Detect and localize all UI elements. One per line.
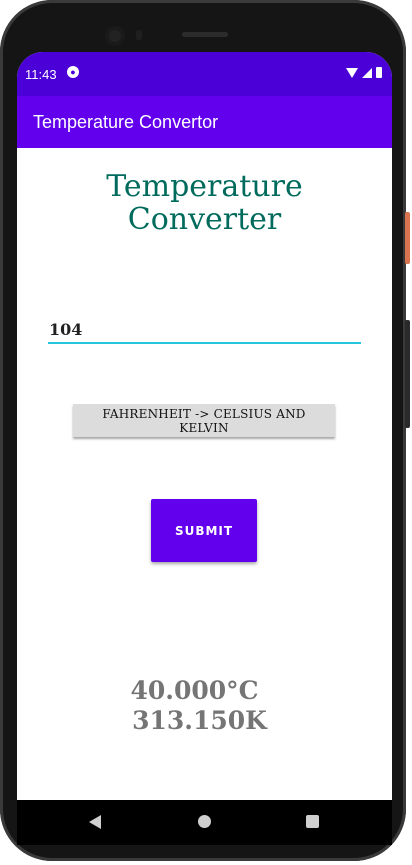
earpiece (182, 32, 228, 37)
app-bar: Temperature Convertor (17, 96, 392, 148)
status-time: 11:43 (25, 67, 57, 82)
page-title-line1: Temperature (106, 169, 303, 204)
back-icon[interactable] (89, 815, 101, 829)
result-celsius: 40.000°C (130, 676, 259, 705)
status-bar: 11:43 ● (17, 52, 392, 96)
page-title-line2: Converter (127, 202, 282, 237)
sensor-icon (136, 30, 142, 40)
result-kelvin: 313.150K (132, 706, 267, 735)
submit-button[interactable]: SUBMIT (151, 499, 257, 562)
signal-icon (362, 67, 372, 78)
battery-icon (376, 67, 382, 78)
navigation-bar (17, 800, 392, 845)
recents-icon[interactable] (306, 815, 319, 828)
conversion-mode-button[interactable]: FAHRENHEIT -> CELSIUS AND KELVIN (73, 404, 335, 437)
volume-button (405, 320, 410, 428)
wifi-icon (346, 67, 358, 78)
notification-app-icon: ● (67, 66, 79, 78)
home-icon[interactable] (198, 815, 211, 828)
power-button (405, 212, 410, 264)
page-title: Temperature Converter (17, 170, 392, 236)
app-bar-title: Temperature Convertor (33, 112, 219, 132)
camera-icon (105, 26, 125, 46)
temperature-input[interactable] (48, 316, 361, 344)
screen: 11:43 ● Temperature Convertor Temperatur… (17, 52, 392, 800)
status-icons (346, 67, 382, 78)
